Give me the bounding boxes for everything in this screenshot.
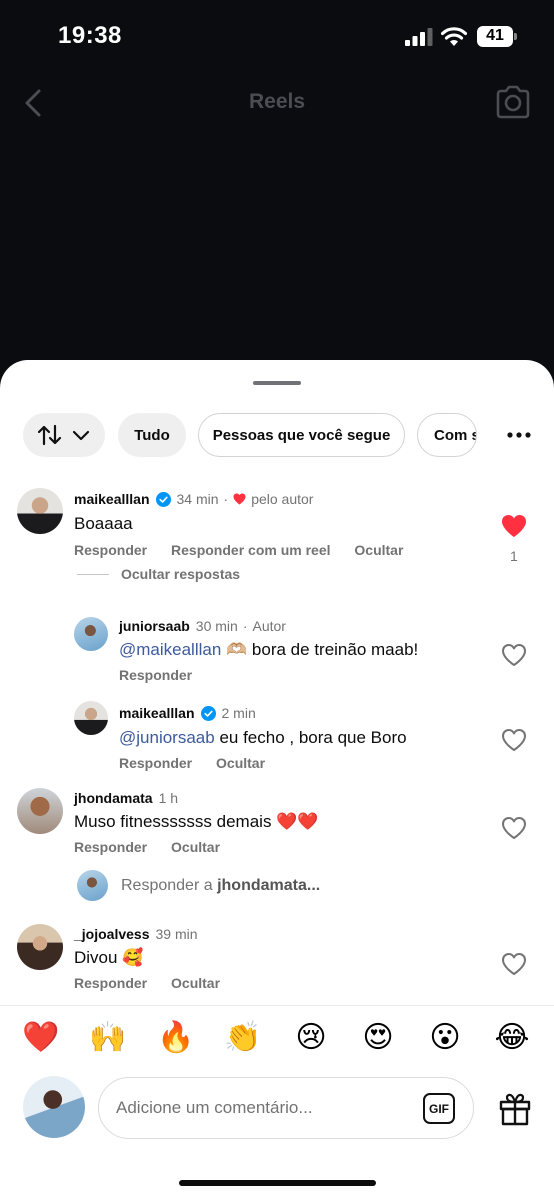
author-badge-label: Autor	[252, 618, 286, 634]
comment-meta: jhondamata 1 h	[74, 790, 178, 806]
divider	[0, 1005, 554, 1006]
reply-time: 2 min	[221, 705, 256, 721]
status-bar: 19:38 41	[0, 0, 554, 72]
reply-to-username: jhondamata...	[217, 877, 321, 894]
reply-actions: Responder Ocultar	[119, 755, 285, 771]
my-avatar	[23, 1076, 85, 1138]
chevron-down-icon	[72, 430, 90, 441]
gif-button[interactable]: GIF	[423, 1093, 455, 1124]
avatar[interactable]	[17, 488, 63, 534]
heart-outline-icon[interactable]	[501, 643, 527, 667]
reply-button[interactable]: Responder	[119, 755, 192, 771]
hide-button[interactable]: Ocultar	[216, 755, 265, 771]
avatar[interactable]	[17, 788, 63, 834]
like-count: 1	[510, 548, 518, 564]
reply-button[interactable]: Responder	[74, 542, 147, 558]
emoji-raised-hands[interactable]: 🙌	[88, 1020, 128, 1055]
comment-username[interactable]: _jojoalvess	[74, 926, 150, 942]
comment-meta: maikealllan 34 min · pelo autor	[74, 491, 314, 507]
reply-meta: maikealllan 2 min	[119, 705, 256, 721]
verified-badge-icon	[200, 705, 216, 721]
status-time: 19:38	[58, 22, 122, 49]
filter-chip-all[interactable]: Tudo	[118, 413, 186, 457]
comment-username[interactable]: jhondamata	[74, 790, 153, 806]
comment-actions: Responder Responder com um reel Ocultar	[74, 542, 423, 558]
hide-replies-button[interactable]: Ocultar respostas	[77, 566, 240, 582]
battery-level: 41	[486, 27, 504, 44]
hide-replies-label: Ocultar respostas	[121, 566, 241, 582]
emoji-surprised[interactable]: 😮	[425, 1020, 465, 1055]
page-title: Reels	[248, 90, 306, 113]
comment-username[interactable]: maikealllan	[74, 491, 150, 507]
comment-text: Divou 🥰	[74, 948, 144, 967]
heart-outline-icon[interactable]	[501, 816, 527, 840]
hide-button[interactable]: Ocultar	[171, 975, 220, 991]
emoji-crying[interactable]: 😢	[291, 1020, 331, 1055]
comment-input[interactable]: Adicione um comentário... GIF	[98, 1077, 474, 1139]
heart-filled-icon[interactable]	[501, 514, 527, 538]
comment-actions: Responder Ocultar	[74, 839, 240, 855]
screen: 19:38 41 Reels Tudo Pessoas que você seg…	[0, 0, 554, 1199]
hide-button[interactable]: Ocultar	[171, 839, 220, 855]
battery-indicator: 41	[477, 26, 517, 47]
sort-button[interactable]	[23, 413, 105, 457]
reply-with-reel-button[interactable]: Responder com um reel	[171, 542, 331, 558]
comment-placeholder: Adicione um comentário...	[116, 1098, 313, 1117]
reply-time: 30 min	[195, 618, 238, 634]
comments-sheet: Tudo Pessoas que você segue Com s maikea…	[0, 360, 554, 1199]
reply-button[interactable]: Responder	[119, 667, 192, 683]
reply-text-body: 🫶🏼 bora de treinão maab!	[226, 640, 419, 659]
avatar[interactable]	[17, 924, 63, 970]
sheet-drag-handle[interactable]	[253, 381, 301, 385]
more-options-icon[interactable]	[506, 427, 532, 443]
comment-time: 39 min	[155, 926, 198, 942]
mention-link[interactable]: @maikealllan	[119, 640, 221, 659]
emoji-clap[interactable]: 👏	[223, 1020, 263, 1055]
comment-text: Muso fitnesssssss demais ❤️❤️	[74, 812, 319, 831]
reply-button[interactable]: Responder	[74, 839, 147, 855]
reply-button[interactable]: Responder	[74, 975, 147, 991]
home-indicator	[179, 1180, 376, 1186]
liked-by-author-label: pelo autor	[251, 491, 314, 507]
comment-text: Boaaaa	[74, 514, 133, 533]
emoji-laughing[interactable]: 😂	[492, 1020, 532, 1055]
heart-outline-icon[interactable]	[501, 952, 527, 976]
reply-text: @juniorsaab eu fecho , bora que Boro	[119, 728, 407, 748]
mention-link[interactable]: @juniorsaab	[119, 728, 215, 747]
verified-badge-icon	[155, 491, 171, 507]
cellular-signal-icon	[405, 28, 433, 46]
camera-icon[interactable]	[494, 84, 532, 120]
gift-icon[interactable]	[498, 1092, 532, 1126]
reply-username[interactable]: maikealllan	[119, 705, 195, 721]
heart-icon	[233, 493, 246, 505]
avatar	[77, 870, 108, 901]
hide-button[interactable]: Ocultar	[354, 542, 403, 558]
emoji-fire[interactable]: 🔥	[156, 1020, 196, 1055]
reply-meta: juniorsaab 30 min · Autor	[119, 618, 286, 634]
reply-to-prompt[interactable]: Responder a jhondamata...	[121, 877, 320, 895]
comment-actions: Responder Ocultar	[74, 975, 240, 991]
avatar[interactable]	[74, 617, 108, 651]
emoji-heart-eyes[interactable]: 😍	[358, 1020, 398, 1055]
comment-time: 34 min	[176, 491, 219, 507]
reply-text: @maikealllan 🫶🏼 bora de treinão maab!	[119, 640, 418, 660]
reply-actions: Responder	[119, 667, 212, 683]
wifi-icon	[441, 27, 467, 46]
reply-to-prefix: Responder a	[121, 877, 213, 894]
comment-meta: _jojoalvess 39 min	[74, 926, 198, 942]
filter-chip-with[interactable]: Com s	[417, 413, 477, 457]
heart-outline-icon[interactable]	[501, 728, 527, 752]
avatar[interactable]	[74, 701, 108, 735]
reply-username[interactable]: juniorsaab	[119, 618, 190, 634]
sort-arrows-icon	[37, 424, 62, 446]
reply-text-body: eu fecho , bora que Boro	[219, 728, 407, 747]
thread-line	[77, 573, 109, 575]
filter-chip-following[interactable]: Pessoas que você segue	[198, 413, 405, 457]
comment-time: 1 h	[158, 790, 179, 806]
emoji-heart[interactable]: ❤️	[21, 1020, 61, 1055]
